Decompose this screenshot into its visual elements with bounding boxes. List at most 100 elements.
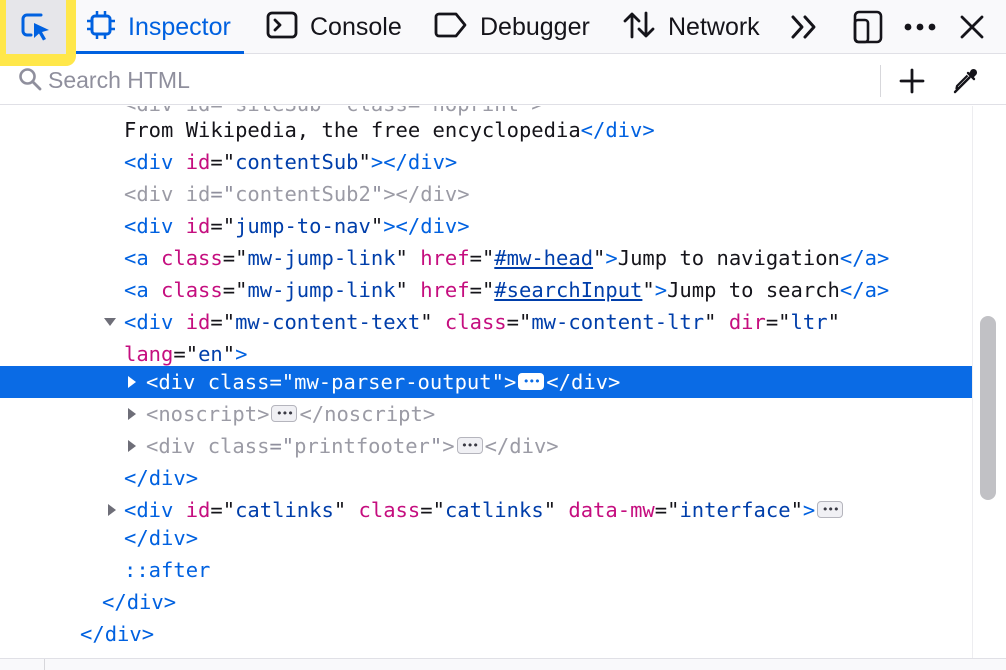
markup-line[interactable]: <div class="printfooter"></div> [0,430,972,462]
markup-line[interactable]: </div> [0,522,972,554]
tag-name: div [148,466,186,490]
attr-name: class [358,498,421,522]
tag-name: div [407,150,445,174]
attr-name: class [207,434,270,458]
tab-inspector[interactable]: Inspector [86,0,231,54]
devtools-toolbar: Inspector Console Debugger Network [0,0,1006,66]
attr-value: contentSub2 [235,182,371,206]
attr-name: class [444,310,507,334]
tab-inspector-label: Inspector [128,12,231,41]
tag-name: div [136,310,174,334]
markup-line[interactable]: <a class="mw-jump-link" href="#searchInp… [0,274,972,306]
markup-line[interactable]: </div> [0,462,972,494]
expand-twisty[interactable] [102,306,118,338]
chevron-right-icon [108,504,116,516]
attr-value: mw-content-ltr [531,310,705,334]
search-html-input[interactable] [48,63,868,97]
attr-value: catlinks [444,498,544,522]
tag-name: div [420,214,458,238]
responsive-design-button[interactable] [848,0,888,54]
collapsed-children-badge[interactable] [518,372,545,390]
tag-name: div [420,182,458,206]
tag-name: div [148,526,186,550]
attr-name: data-mw [568,498,655,522]
settings-menu-button[interactable] [900,0,940,54]
markup-line[interactable]: <noscript></noscript> [0,398,972,430]
markup-tree[interactable]: <div id="siteSub" class="noprint"> From … [0,106,972,658]
element-picker-button[interactable] [6,0,66,54]
tag-name: noscript [158,402,258,426]
markup-line-selected[interactable]: <div class="mw-parser-output"></div> [0,366,972,398]
text-node: Jump to search [667,278,840,302]
tab-console-label: Console [310,12,402,41]
tag-name: div [136,150,174,174]
close-devtools-button[interactable] [952,0,992,54]
tag-name: div [158,434,196,458]
markup-line[interactable]: ::after [0,554,972,586]
collapsed-children-badge[interactable] [817,500,844,518]
chevron-double-right-icon [791,15,816,39]
attr-name: id [185,498,211,522]
markup-line[interactable]: </div> [0,618,972,650]
tag-name: div [136,498,174,522]
element-picker-highlight [0,0,76,66]
markup-line[interactable]: <div id="contentSub2"></div> [0,178,972,210]
inspector-frame-icon [86,10,116,45]
attr-name: dir [728,310,766,334]
tag-name: div [136,182,174,206]
expand-twisty[interactable] [124,398,140,430]
attr-value: catlinks [235,498,334,522]
attr-value: contentSub [235,150,359,174]
attr-value: jump-to-nav [235,214,371,238]
tag-name: div [570,370,609,394]
markup-line[interactable]: From Wikipedia, the free encyclopedia</d… [0,114,972,146]
tab-console[interactable]: Console [266,0,402,54]
attr-name: id [185,150,211,174]
attr-value: ltr [790,310,828,334]
responsive-design-icon [853,10,883,44]
attr-value: en [198,342,223,366]
collapsed-children-badge[interactable] [456,436,483,454]
tag-name: div [136,214,174,238]
attr-value: printfooter [294,434,430,458]
attr-value: mw-jump-link [247,246,396,270]
markup-line[interactable]: <div id="jump-to-nav"></div> [0,210,972,242]
text-node: Jump to navigation [617,246,840,270]
markup-line[interactable]: </div> [0,586,972,618]
expand-twisty[interactable] [124,366,140,398]
scrollbar-thumb[interactable] [980,316,996,500]
close-icon [960,15,984,39]
attr-value: mw-content-text [235,310,421,334]
attr-name: class [161,278,223,302]
attr-value: mw-parser-output [294,370,492,394]
pseudo-element: ::after [124,558,211,582]
href-link[interactable]: #searchInput [494,278,642,302]
text-node: From Wikipedia, the free encyclopedia [124,118,581,142]
attr-name: class [207,370,270,394]
attr-value: interface [679,498,791,522]
markup-line[interactable]: <div id="mw-content-text" class="mw-cont… [0,306,972,338]
console-prompt-icon [266,10,298,45]
attr-name: lang [124,342,174,366]
more-tools-button[interactable] [784,0,824,54]
search-icon [18,67,42,96]
attr-name: id [185,310,211,334]
add-node-button[interactable] [892,63,932,99]
network-arrows-icon [622,10,656,45]
chevron-right-icon [128,376,136,388]
search-html-bar [0,55,1006,105]
tab-debugger[interactable]: Debugger [434,0,590,54]
expand-twisty[interactable] [124,430,140,462]
tab-network[interactable]: Network [622,0,760,54]
tag-name: div [605,118,643,142]
eyedropper-button[interactable] [946,63,986,99]
attr-name: href [420,246,470,270]
chevron-down-icon [104,318,116,326]
chevron-right-icon [128,408,136,420]
attr-value: mw-jump-link [247,278,396,302]
tag-name: a [864,278,877,302]
href-link[interactable]: #mw-head [494,246,593,270]
collapsed-children-badge[interactable] [271,404,298,422]
markup-line[interactable]: <a class="mw-jump-link" href="#mw-head">… [0,242,972,274]
markup-line[interactable]: <div id="contentSub"></div> [0,146,972,178]
